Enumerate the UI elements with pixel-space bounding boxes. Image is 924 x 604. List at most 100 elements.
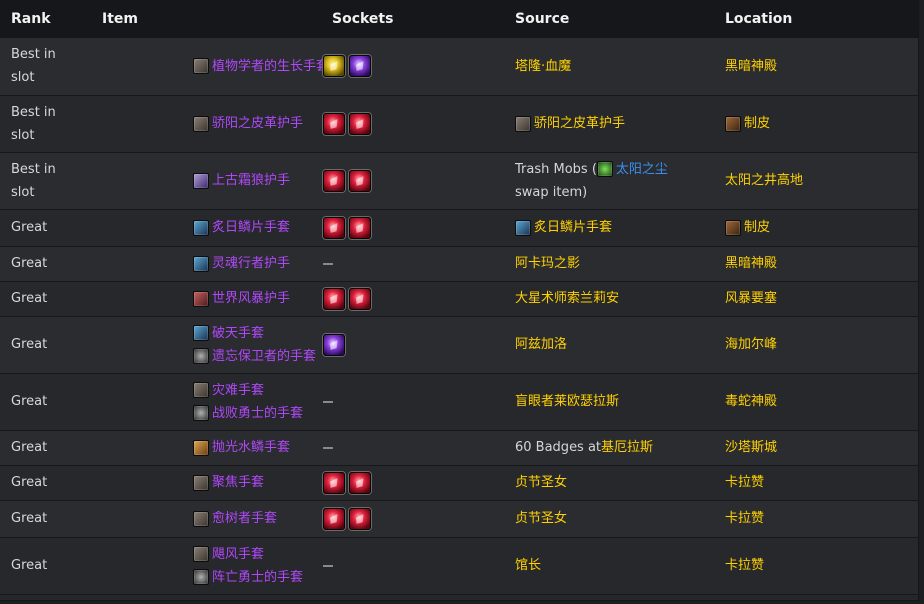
yellow-gem-icon[interactable] (323, 55, 345, 78)
leather-glove-icon (193, 58, 209, 75)
location-link[interactable]: 黑暗神殿 (725, 55, 777, 78)
item-link[interactable]: 遗忘保卫者的手套 (193, 345, 321, 368)
table-row: Great 世界风暴护手 大星术师索兰莉安 风暴要塞 (0, 281, 918, 317)
rank-cell: Best in slot (0, 95, 91, 153)
red-gem-icon[interactable] (323, 169, 345, 192)
purple-gem-icon[interactable] (323, 333, 345, 356)
item-link[interactable]: 飓风手套 (193, 543, 321, 566)
source-link[interactable]: 阿兹加洛 (515, 333, 567, 356)
red-gem-icon[interactable] (323, 216, 345, 239)
item-link[interactable]: 灾难手套 (193, 379, 321, 402)
source-link[interactable]: 炙日鳞片手套 (534, 216, 612, 239)
location-line: 黑暗神殿 (725, 55, 918, 78)
location-link[interactable]: 沙塔斯城 (725, 436, 777, 459)
red-gem-icon[interactable] (349, 216, 371, 239)
item-name[interactable]: 灵魂行者护手 (212, 252, 290, 275)
item-link[interactable]: 阵亡勇士的手套 (193, 566, 321, 589)
sockets-cell (321, 95, 504, 153)
item-name[interactable]: 飓风手套 (212, 543, 264, 566)
location-line: 毒蛇神殿 (725, 390, 918, 413)
source-link[interactable]: 基厄拉斯 (601, 436, 653, 459)
red-gem-icon[interactable] (349, 112, 371, 135)
item-cell: 聚焦手套 (91, 465, 321, 501)
table-row: Great 愈树者手套 贞节圣女 卡拉赞 (0, 500, 918, 538)
source-link[interactable]: 阿卡玛之影 (515, 252, 580, 275)
item-name[interactable]: 植物学者的生长手套 (212, 55, 329, 78)
rank-cell: Great (0, 246, 91, 282)
location-cell: 卡拉赞 (714, 537, 918, 595)
leather-glove-icon (515, 115, 531, 132)
location-link[interactable]: 卡拉赞 (725, 507, 764, 530)
location-line: 卡拉赞 (725, 507, 918, 530)
item-name[interactable]: 上古霜狼护手 (212, 169, 290, 192)
location-link[interactable]: 制皮 (744, 112, 770, 135)
red-gem-icon[interactable] (323, 287, 345, 310)
rank-label: Great (11, 475, 48, 490)
socket-group (323, 471, 504, 494)
purple-gem-icon[interactable] (349, 55, 371, 78)
item-name[interactable]: 炙日鳞片手套 (212, 216, 290, 239)
location-link[interactable]: 毒蛇神殿 (725, 390, 777, 413)
source-link[interactable]: 太阳之尘 (616, 158, 668, 181)
item-name[interactable]: 聚焦手套 (212, 471, 264, 494)
socket-group (323, 507, 504, 530)
red-gem-icon[interactable] (323, 507, 345, 530)
mail-glove-icon (193, 255, 209, 272)
source-link[interactable]: 大星术师索兰莉安 (515, 287, 619, 310)
red-gem-icon[interactable] (323, 112, 345, 135)
red-gem-icon[interactable] (349, 169, 371, 192)
sockets-cell (321, 500, 504, 538)
item-name[interactable]: 抛光水鳞手套 (212, 436, 290, 459)
location-cell: 海加尔峰 (714, 316, 918, 374)
item-link[interactable]: 灵魂行者护手 (193, 252, 321, 275)
source-cell: 60 Badges at 基厄拉斯 (504, 430, 714, 466)
item-link[interactable]: 骄阳之皮革护手 (193, 112, 321, 135)
item-link[interactable]: 上古霜狼护手 (193, 169, 321, 192)
mail-glove-icon (193, 219, 209, 236)
item-name[interactable]: 骄阳之皮革护手 (212, 112, 303, 135)
item-link[interactable]: 植物学者的生长手套 (193, 55, 329, 78)
item-link[interactable]: 世界风暴护手 (193, 287, 321, 310)
location-cell: 太阳之井高地 (714, 152, 918, 210)
leather-glove-icon (193, 115, 209, 132)
red-gem-icon[interactable] (323, 471, 345, 494)
item-name[interactable]: 灾难手套 (212, 379, 264, 402)
mail-glove-icon (515, 219, 531, 236)
location-link[interactable]: 制皮 (744, 216, 770, 239)
location-link[interactable]: 卡拉赞 (725, 471, 764, 494)
location-link[interactable]: 海加尔峰 (725, 333, 777, 356)
source-link[interactable]: 塔隆·血魔 (515, 55, 571, 78)
source-cell: 大星术师索兰莉安 (504, 281, 714, 317)
item-name[interactable]: 战败勇士的手套 (212, 402, 303, 425)
item-link[interactable]: 愈树者手套 (193, 507, 321, 530)
red-gem-icon[interactable] (349, 287, 371, 310)
location-link[interactable]: 卡拉赞 (725, 554, 764, 577)
location-link[interactable]: 太阳之井高地 (725, 169, 803, 192)
red-gem-icon[interactable] (349, 507, 371, 530)
source-link[interactable]: 馆长 (515, 554, 541, 577)
item-link[interactable]: 炙日鳞片手套 (193, 216, 321, 239)
location-link[interactable]: 风暴要塞 (725, 287, 777, 310)
item-name[interactable]: 世界风暴护手 (212, 287, 290, 310)
item-name[interactable]: 阵亡勇士的手套 (212, 566, 303, 589)
socket-group (323, 287, 504, 310)
item-link[interactable]: 战败勇士的手套 (193, 402, 321, 425)
source-link[interactable]: 贞节圣女 (515, 471, 567, 494)
item-link[interactable]: 抛光水鳞手套 (193, 436, 321, 459)
mail-glove-icon (193, 325, 209, 341)
source-link[interactable]: 盲眼者莱欧瑟拉斯 (515, 390, 619, 413)
item-link[interactable]: 破天手套 (193, 322, 321, 345)
location-line: 制皮 (725, 216, 918, 239)
source-link[interactable]: 贞节圣女 (515, 507, 567, 530)
red-gem-icon[interactable] (349, 471, 371, 494)
location-link[interactable]: 黑暗神殿 (725, 252, 777, 275)
item-name[interactable]: 破天手套 (212, 322, 264, 345)
item-name[interactable]: 愈树者手套 (212, 507, 277, 530)
source-cell: 塔隆·血魔 (504, 38, 714, 96)
item-name[interactable]: 遗忘保卫者的手套 (212, 345, 316, 368)
location-line: 海加尔峰 (725, 333, 918, 356)
sockets-cell (321, 465, 504, 501)
source-link[interactable]: 骄阳之皮革护手 (534, 112, 625, 135)
item-link[interactable]: 聚焦手套 (193, 471, 321, 494)
sockets-cell (321, 246, 504, 282)
